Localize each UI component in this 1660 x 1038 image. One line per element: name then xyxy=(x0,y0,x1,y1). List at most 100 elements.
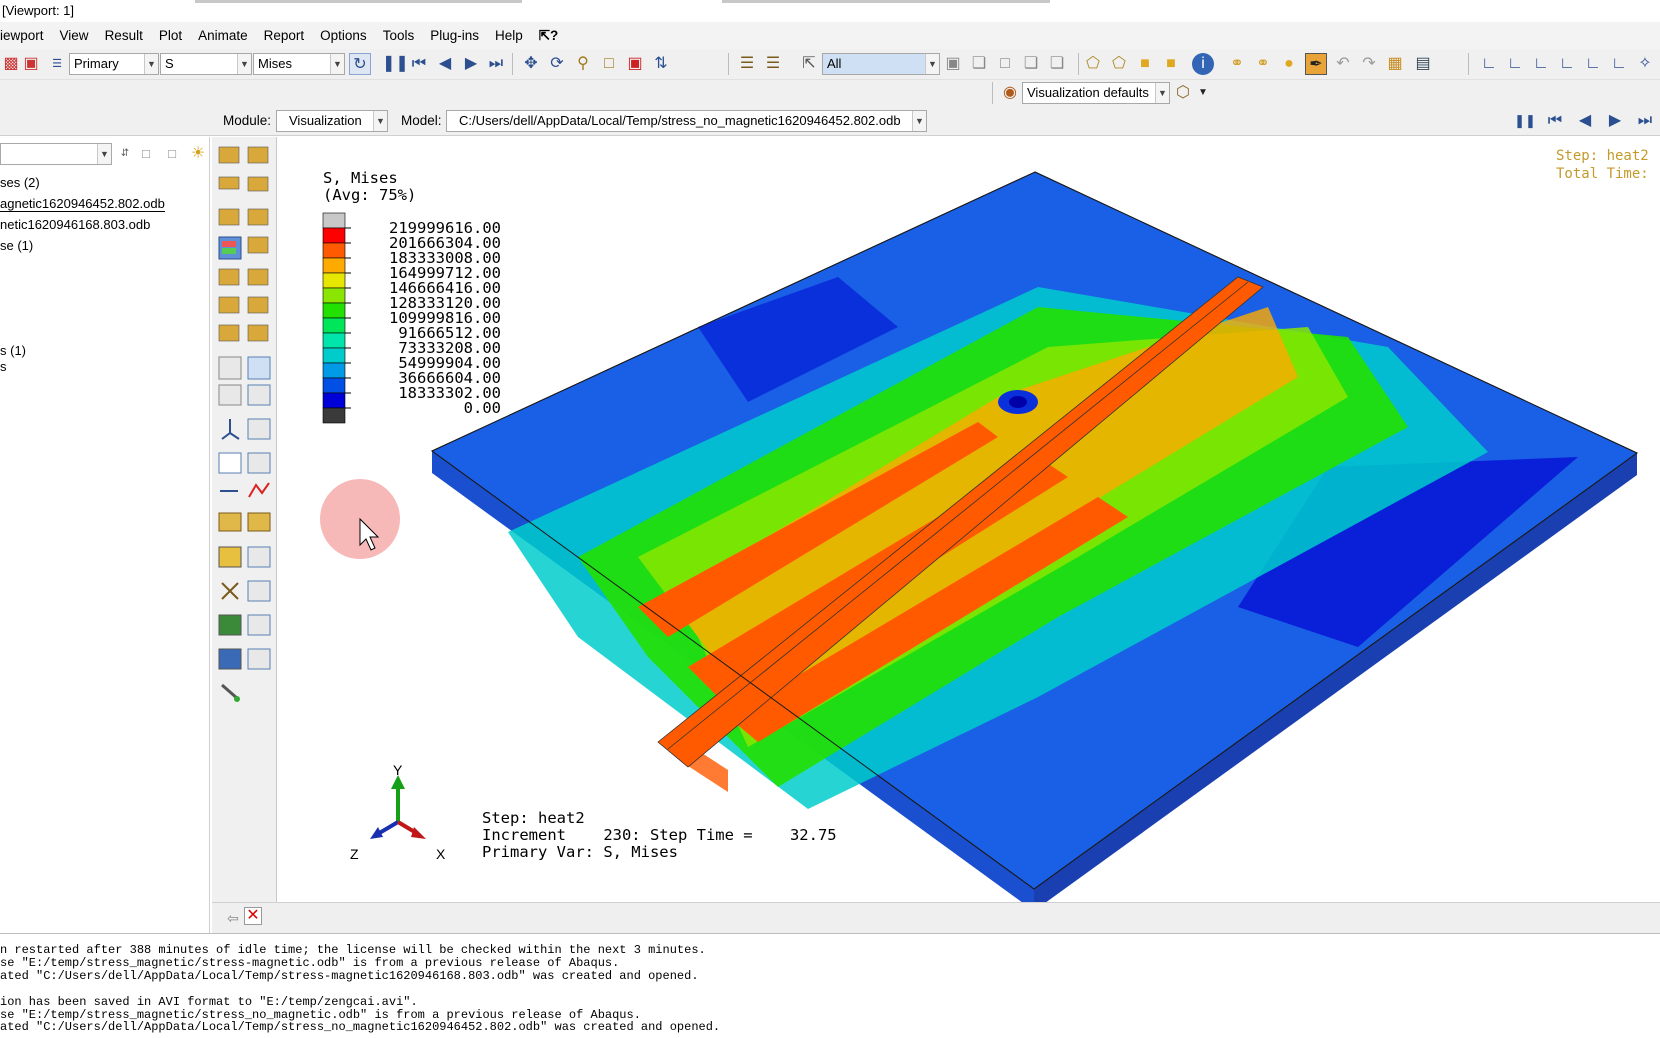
cube-options-icon[interactable]: ⬡ xyxy=(1172,82,1194,104)
cancel-close-icon[interactable]: ✕ xyxy=(244,907,262,925)
box-zoom-icon[interactable]: □ xyxy=(598,53,620,75)
back-arrow-icon[interactable]: ⇦ xyxy=(222,907,244,929)
chevron-down-icon[interactable]: ▼ xyxy=(925,54,939,74)
lightbulb-icon[interactable]: ☀ xyxy=(187,143,209,165)
pause-icon[interactable]: ❚❚ xyxy=(1514,110,1536,132)
view-back-icon[interactable]: ∟ xyxy=(1504,53,1526,75)
chevron-down-icon[interactable]: ▼ xyxy=(1155,83,1169,103)
pan-icon[interactable]: ✥ xyxy=(520,53,542,75)
animation-options-icon xyxy=(247,384,271,406)
whats-this-icon[interactable]: ⇱? xyxy=(539,28,559,44)
hidden-lines-icon[interactable]: ⬠ xyxy=(1108,53,1130,75)
first-frame-icon[interactable]: ⏮ xyxy=(408,53,430,75)
palette-icon[interactable]: ◉ xyxy=(999,82,1021,104)
rotate-icon[interactable]: ⟳ xyxy=(546,53,568,75)
view-front-icon[interactable]: ∟ xyxy=(1478,53,1500,75)
menu-result[interactable]: Result xyxy=(105,28,143,43)
chevron-down-icon[interactable]: ▼ xyxy=(912,111,926,131)
field-output-type-select[interactable]: Primary ▼ xyxy=(69,53,159,75)
first-frame-icon[interactable]: ⏮ xyxy=(1544,110,1566,132)
menu-help[interactable]: Help xyxy=(495,28,523,43)
tree-filter-icon[interactable]: □ xyxy=(161,143,183,165)
view-bottom-icon[interactable]: ∟ xyxy=(1556,53,1578,75)
tree-collapse-icon[interactable]: □ xyxy=(135,143,157,165)
chevron-down-icon[interactable]: ▼ xyxy=(237,54,251,74)
shaded-icon[interactable]: ■ xyxy=(1160,53,1182,75)
animate-scale-icon xyxy=(218,356,242,380)
tree-item[interactable]: ses (2) xyxy=(0,175,40,190)
legend-swatch xyxy=(322,302,346,319)
selection-filter-select[interactable]: All ▼ xyxy=(822,53,940,75)
menu-report[interactable]: Report xyxy=(264,28,305,43)
invariant-select[interactable]: Mises ▼ xyxy=(253,53,345,75)
chevron-down-icon[interactable]: ▼ xyxy=(373,111,387,131)
previous-frame-icon[interactable]: ◀ xyxy=(434,53,456,75)
select-chain-icon[interactable]: ❏ xyxy=(1046,53,1068,75)
cycle-views-icon[interactable]: ⇅ xyxy=(650,53,672,75)
ruler-alt-icon[interactable]: ☰ xyxy=(762,53,784,75)
module-select[interactable]: Visualization ▼ xyxy=(276,110,388,132)
pause-icon[interactable]: ❚❚ xyxy=(382,53,409,75)
chevron-down-icon[interactable]: ▼ xyxy=(330,54,344,74)
tree-item[interactable]: netic1620946168.803.odb xyxy=(0,217,150,232)
wireframe-icon[interactable]: ⬠ xyxy=(1082,53,1104,75)
overlay-icon[interactable]: ⚭ xyxy=(1226,53,1248,75)
view-iso-icon[interactable]: ✧ xyxy=(1634,53,1656,75)
tree-item[interactable]: s xyxy=(0,359,7,374)
sync-icon[interactable]: ↻ xyxy=(349,53,371,75)
menu-viewport[interactable]: iewport xyxy=(0,28,44,43)
view-top-icon[interactable]: ∟ xyxy=(1530,53,1552,75)
undo-icon[interactable]: ↶ xyxy=(1332,53,1354,75)
parts-icon[interactable]: ▦ xyxy=(1384,53,1406,75)
tree-item[interactable]: se (1) xyxy=(0,238,33,253)
next-frame-icon[interactable]: ▶ xyxy=(460,53,482,75)
box-select-icon[interactable]: □ xyxy=(994,53,1016,75)
chevron-down-icon[interactable]: ▼ xyxy=(1192,82,1214,104)
contour-stripe xyxy=(222,241,236,247)
state-primary-var-text: Primary Var: S, Mises xyxy=(482,843,678,861)
menu-tools[interactable]: Tools xyxy=(383,28,415,43)
tree-filter-select[interactable]: ▼ xyxy=(0,143,112,165)
variable-select[interactable]: S ▼ xyxy=(160,53,252,75)
hammer-icon[interactable]: ✒ xyxy=(1305,53,1327,75)
info-icon[interactable]: i xyxy=(1192,53,1214,75)
menu-plot[interactable]: Plot xyxy=(159,28,182,43)
previous-frame-icon[interactable]: ◀ xyxy=(1574,110,1596,132)
menu-view[interactable]: View xyxy=(60,28,89,43)
view-right-icon[interactable]: ∟ xyxy=(1608,53,1630,75)
model-label: Model: xyxy=(401,113,442,128)
cylinder-icon[interactable]: ▩ xyxy=(0,53,22,75)
menu-animate[interactable]: Animate xyxy=(198,28,248,43)
database-icon[interactable]: ▣ xyxy=(20,53,42,75)
menu-plugins[interactable]: Plug-ins xyxy=(430,28,479,43)
chevron-down-icon[interactable]: ▼ xyxy=(97,144,111,164)
table-icon[interactable]: ▤ xyxy=(1412,53,1434,75)
plot-material-orientations-icon xyxy=(218,208,240,226)
tree-item-current-odb[interactable]: agnetic1620946452.802.odb xyxy=(0,196,165,212)
tree-updown-icon[interactable]: ⇵ xyxy=(114,143,136,165)
tree-item[interactable]: s (1) xyxy=(0,343,26,358)
display-group-icon[interactable]: ❏ xyxy=(968,53,990,75)
redo-icon[interactable]: ↷ xyxy=(1358,53,1380,75)
filled-icon[interactable]: ■ xyxy=(1134,53,1156,75)
last-frame-icon[interactable]: ⏭ xyxy=(485,53,507,75)
select-type-icon[interactable]: ❏ xyxy=(1020,53,1042,75)
pick-icon[interactable]: ▣ xyxy=(942,53,964,75)
view-left-icon[interactable]: ∟ xyxy=(1582,53,1604,75)
next-frame-icon[interactable]: ▶ xyxy=(1604,110,1626,132)
zoom-icon[interactable]: ⚲ xyxy=(572,53,594,75)
ruler-icon[interactable]: ☰ xyxy=(736,53,758,75)
view-defaults-select[interactable]: Visualization defaults ▼ xyxy=(1022,82,1170,104)
sphere-icon[interactable]: ● xyxy=(1278,53,1300,75)
menu-options[interactable]: Options xyxy=(320,28,367,43)
chevron-down-icon[interactable]: ▼ xyxy=(144,54,158,74)
last-frame-icon[interactable]: ⏭ xyxy=(1634,110,1656,132)
field-output-icon[interactable]: ☰ xyxy=(46,53,68,75)
invariant-value: Mises xyxy=(258,56,292,71)
viewport-canvas[interactable]: S, Mises (Avg: 75%) 219999616.00 20166630… xyxy=(278,137,1660,911)
auto-fit-icon[interactable]: ▣ xyxy=(624,53,646,75)
triad-x-label: X xyxy=(436,846,446,862)
model-select[interactable]: C:/Users/dell/AppData/Local/Temp/stress_… xyxy=(446,110,927,132)
select-arrow-icon[interactable]: ⇱ xyxy=(798,53,820,75)
overlay-alt-icon[interactable]: ⚭ xyxy=(1252,53,1274,75)
